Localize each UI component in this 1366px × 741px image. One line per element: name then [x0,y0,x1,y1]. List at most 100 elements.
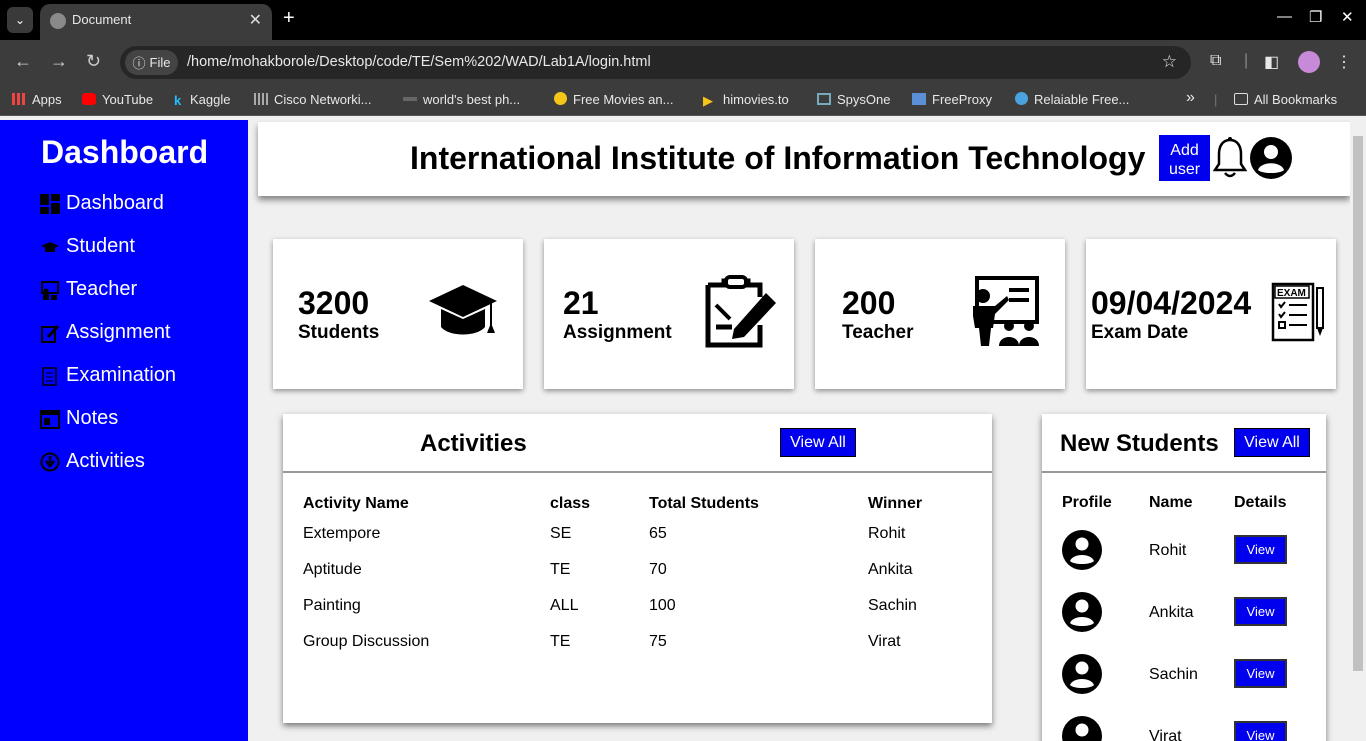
url-text[interactable]: /home/mohakborole/Desktop/code/TE/Sem%20… [187,54,651,70]
table-cell: Group Discussion [303,633,430,650]
teacher-icon [40,280,60,300]
sidebar: Dashboard Dashboard Student Teacher Assi… [0,120,248,741]
bookmark-label: Apps [32,92,62,107]
view-student-button[interactable]: View [1234,597,1287,626]
sidebar-item-label: Dashboard [66,192,164,214]
bookmark-reliable[interactable]: Relaiable Free... [1015,92,1129,107]
student-name: Sachin [1149,666,1198,683]
stat-value: 21 [563,285,599,321]
student-name: Virat [1149,728,1182,741]
globe-icon [50,13,66,29]
sidebar-item-notes[interactable]: Notes [40,407,118,430]
all-bookmarks[interactable]: All Bookmarks [1234,92,1337,107]
side-panel-icon[interactable]: ◧ [1264,52,1279,72]
stat-card-teacher: 200 Teacher [815,239,1065,389]
column-header: Profile [1062,494,1112,511]
bookmark-label: himovies.to [723,92,789,107]
activities-panel: Activities View All Activity Name class … [283,414,992,723]
bookmark-youtube[interactable]: YouTube [82,92,153,107]
close-tab-icon[interactable]: ✕ [249,10,262,30]
bookmark-apps[interactable]: Apps [12,92,62,107]
browser-tab-strip: ⌄ Document ✕ + — ❐ ✕ [0,0,1366,40]
kaggle-icon: k [174,93,182,108]
add-user-button[interactable]: Add user [1159,135,1210,181]
student-name: Rohit [1149,542,1187,559]
table-row: Aptitude TE 70 Ankita [303,552,968,588]
back-icon[interactable]: ← [14,51,32,72]
column-header: Winner [868,494,923,512]
list-item: Sachin View [1042,654,1326,714]
tab-search-button[interactable]: ⌄ [7,7,33,33]
new-students-header: New Students View All [1042,414,1326,473]
forward-icon[interactable]: → [50,51,68,72]
sidebar-item-assignment[interactable]: Assignment [40,321,171,344]
extensions-icon[interactable]: ⧉ [1210,52,1221,70]
bookmark-himovies[interactable]: ▶ himovies.to [703,92,789,108]
bookmark-kaggle[interactable]: k Kaggle [174,92,230,108]
stat-label: Assignment [563,322,672,343]
sidebar-item-teacher[interactable]: Teacher [40,278,137,301]
address-bar[interactable]: ⓘ File /home/mohakborole/Desktop/code/TE… [120,46,1191,79]
table-cell: ALL [550,597,579,614]
view-student-button[interactable]: View [1234,721,1287,741]
table-cell: Extempore [303,525,381,542]
bookmark-photo[interactable]: world's best ph... [403,92,520,107]
avatar [1062,654,1102,699]
bookmark-star-icon[interactable]: ☆ [1162,52,1177,72]
table-row: Painting ALL 100 Sachin [303,588,968,624]
assignment-icon [40,323,60,343]
table-cell: SE [550,525,572,542]
activities-table: Activity Name class Total Students Winne… [303,491,968,660]
view-student-button[interactable]: View [1234,659,1287,688]
activities-view-all-button[interactable]: View All [780,428,856,457]
new-students-view-all-button[interactable]: View All [1234,428,1310,457]
bookmark-cisco[interactable]: Cisco Networki... [254,92,372,107]
sidebar-item-activities[interactable]: Activities [40,450,145,473]
view-student-button[interactable]: View [1234,535,1287,564]
more-bookmarks-icon[interactable]: » [1186,89,1195,107]
bookmark-spysone[interactable]: SpysOne [817,92,890,107]
bell-icon[interactable] [1212,136,1248,185]
table-cell: Painting [303,597,361,614]
stat-card-assignment: 21 Assignment [544,239,794,389]
stat-value: 3200 [298,285,370,321]
column-header: Activity Name [303,494,409,512]
user-avatar-icon[interactable] [1249,136,1293,185]
sidebar-item-examination[interactable]: Examination [40,364,176,387]
profile-avatar[interactable] [1298,51,1320,73]
play-icon: ▶ [703,93,713,108]
column-header: class [550,494,591,512]
sidebar-item-student[interactable]: Student [40,235,135,258]
bookmark-freeproxy[interactable]: FreeProxy [912,92,992,107]
page-scrollbar[interactable] [1350,120,1366,741]
browser-toolbar: ← → ↻ ⓘ File /home/mohakborole/Desktop/c… [0,40,1366,84]
dashboard-icon [40,193,60,214]
list-item: Rohit View [1042,530,1326,590]
menu-kebab-icon[interactable]: ⋮ [1336,52,1352,72]
bookmark-movies[interactable]: Free Movies an... [554,92,673,107]
browser-tab[interactable]: Document ✕ [40,4,272,40]
column-header: Name [1149,494,1193,511]
student-name: Ankita [1149,604,1194,621]
avatar [1062,716,1102,741]
table-cell: Aptitude [303,561,362,578]
scrollbar-thumb[interactable] [1353,136,1363,671]
stat-label: Teacher [842,322,914,343]
new-students-title: New Students [1060,430,1219,457]
maximize-icon[interactable]: ❐ [1309,8,1322,26]
site-info-chip[interactable]: ⓘ File [125,50,178,75]
exam-icon [40,366,60,386]
table-row: Group Discussion TE 75 Virat [303,624,968,660]
new-tab-button[interactable]: + [283,7,295,30]
sidebar-item-dashboard[interactable]: Dashboard [40,192,164,215]
stat-label: Exam Date [1091,322,1189,343]
close-window-icon[interactable]: ✕ [1341,8,1354,26]
info-icon: ⓘ [132,56,146,71]
reload-icon[interactable]: ↻ [86,51,101,72]
table-cell: TE [550,633,571,650]
stat-value: 09/04/2024 [1091,285,1252,321]
site-icon [403,97,417,101]
exam-paper-icon: EXAM [1267,282,1327,347]
site-info-label: File [149,55,171,70]
minimize-icon[interactable]: — [1277,8,1292,25]
